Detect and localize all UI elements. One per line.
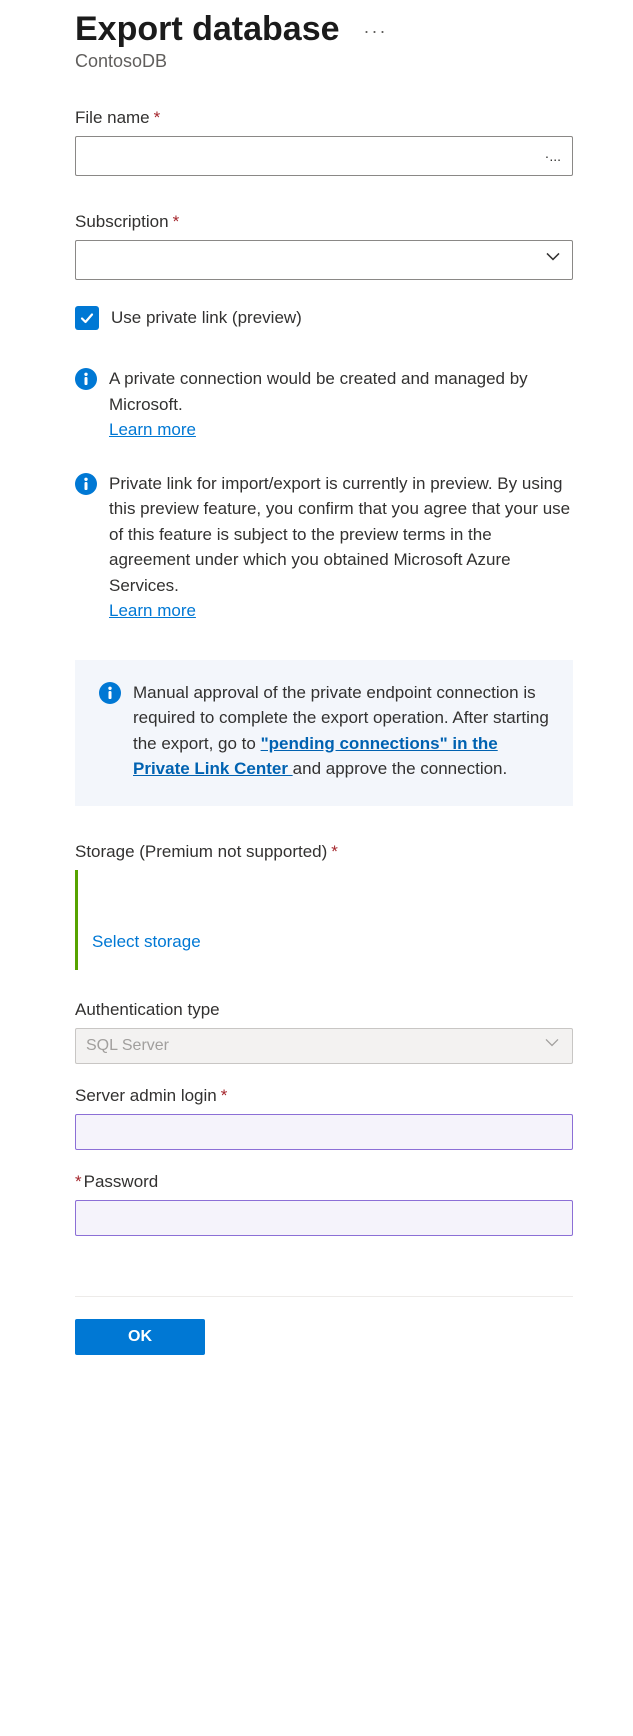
auth-type-select: SQL Server (75, 1028, 573, 1064)
select-storage-link[interactable]: Select storage (92, 932, 201, 952)
more-icon[interactable]: ··· (364, 17, 388, 42)
info-private-connection: A private connection would be created an… (109, 366, 573, 443)
info-icon (99, 682, 121, 704)
subscription-select[interactable] (75, 240, 573, 280)
info-icon (75, 368, 97, 390)
info-icon (75, 473, 97, 495)
private-link-label: Use private link (preview) (111, 308, 302, 328)
private-link-checkbox[interactable] (75, 306, 99, 330)
storage-selector[interactable]: Select storage (75, 870, 573, 970)
filename-label: File name* (75, 108, 573, 128)
storage-label: Storage (Premium not supported)* (75, 842, 573, 862)
database-name: ContosoDB (75, 51, 573, 72)
learn-more-link-2[interactable]: Learn more (109, 601, 196, 620)
filename-input[interactable] (75, 136, 573, 176)
subscription-label: Subscription* (75, 212, 573, 232)
manual-approval-callout: Manual approval of the private endpoint … (75, 660, 573, 806)
info-preview-terms: Private link for import/export is curren… (109, 471, 573, 624)
admin-login-input[interactable] (75, 1114, 573, 1150)
admin-login-label: Server admin login* (75, 1086, 573, 1106)
ok-button[interactable]: OK (75, 1319, 205, 1355)
manual-approval-text-post: and approve the connection. (293, 759, 508, 778)
chevron-down-icon (544, 1034, 560, 1055)
password-input[interactable] (75, 1200, 573, 1236)
auth-type-label: Authentication type (75, 1000, 573, 1020)
learn-more-link-1[interactable]: Learn more (109, 420, 196, 439)
page-title: Export database (75, 10, 340, 49)
password-label: *Password (75, 1172, 573, 1192)
